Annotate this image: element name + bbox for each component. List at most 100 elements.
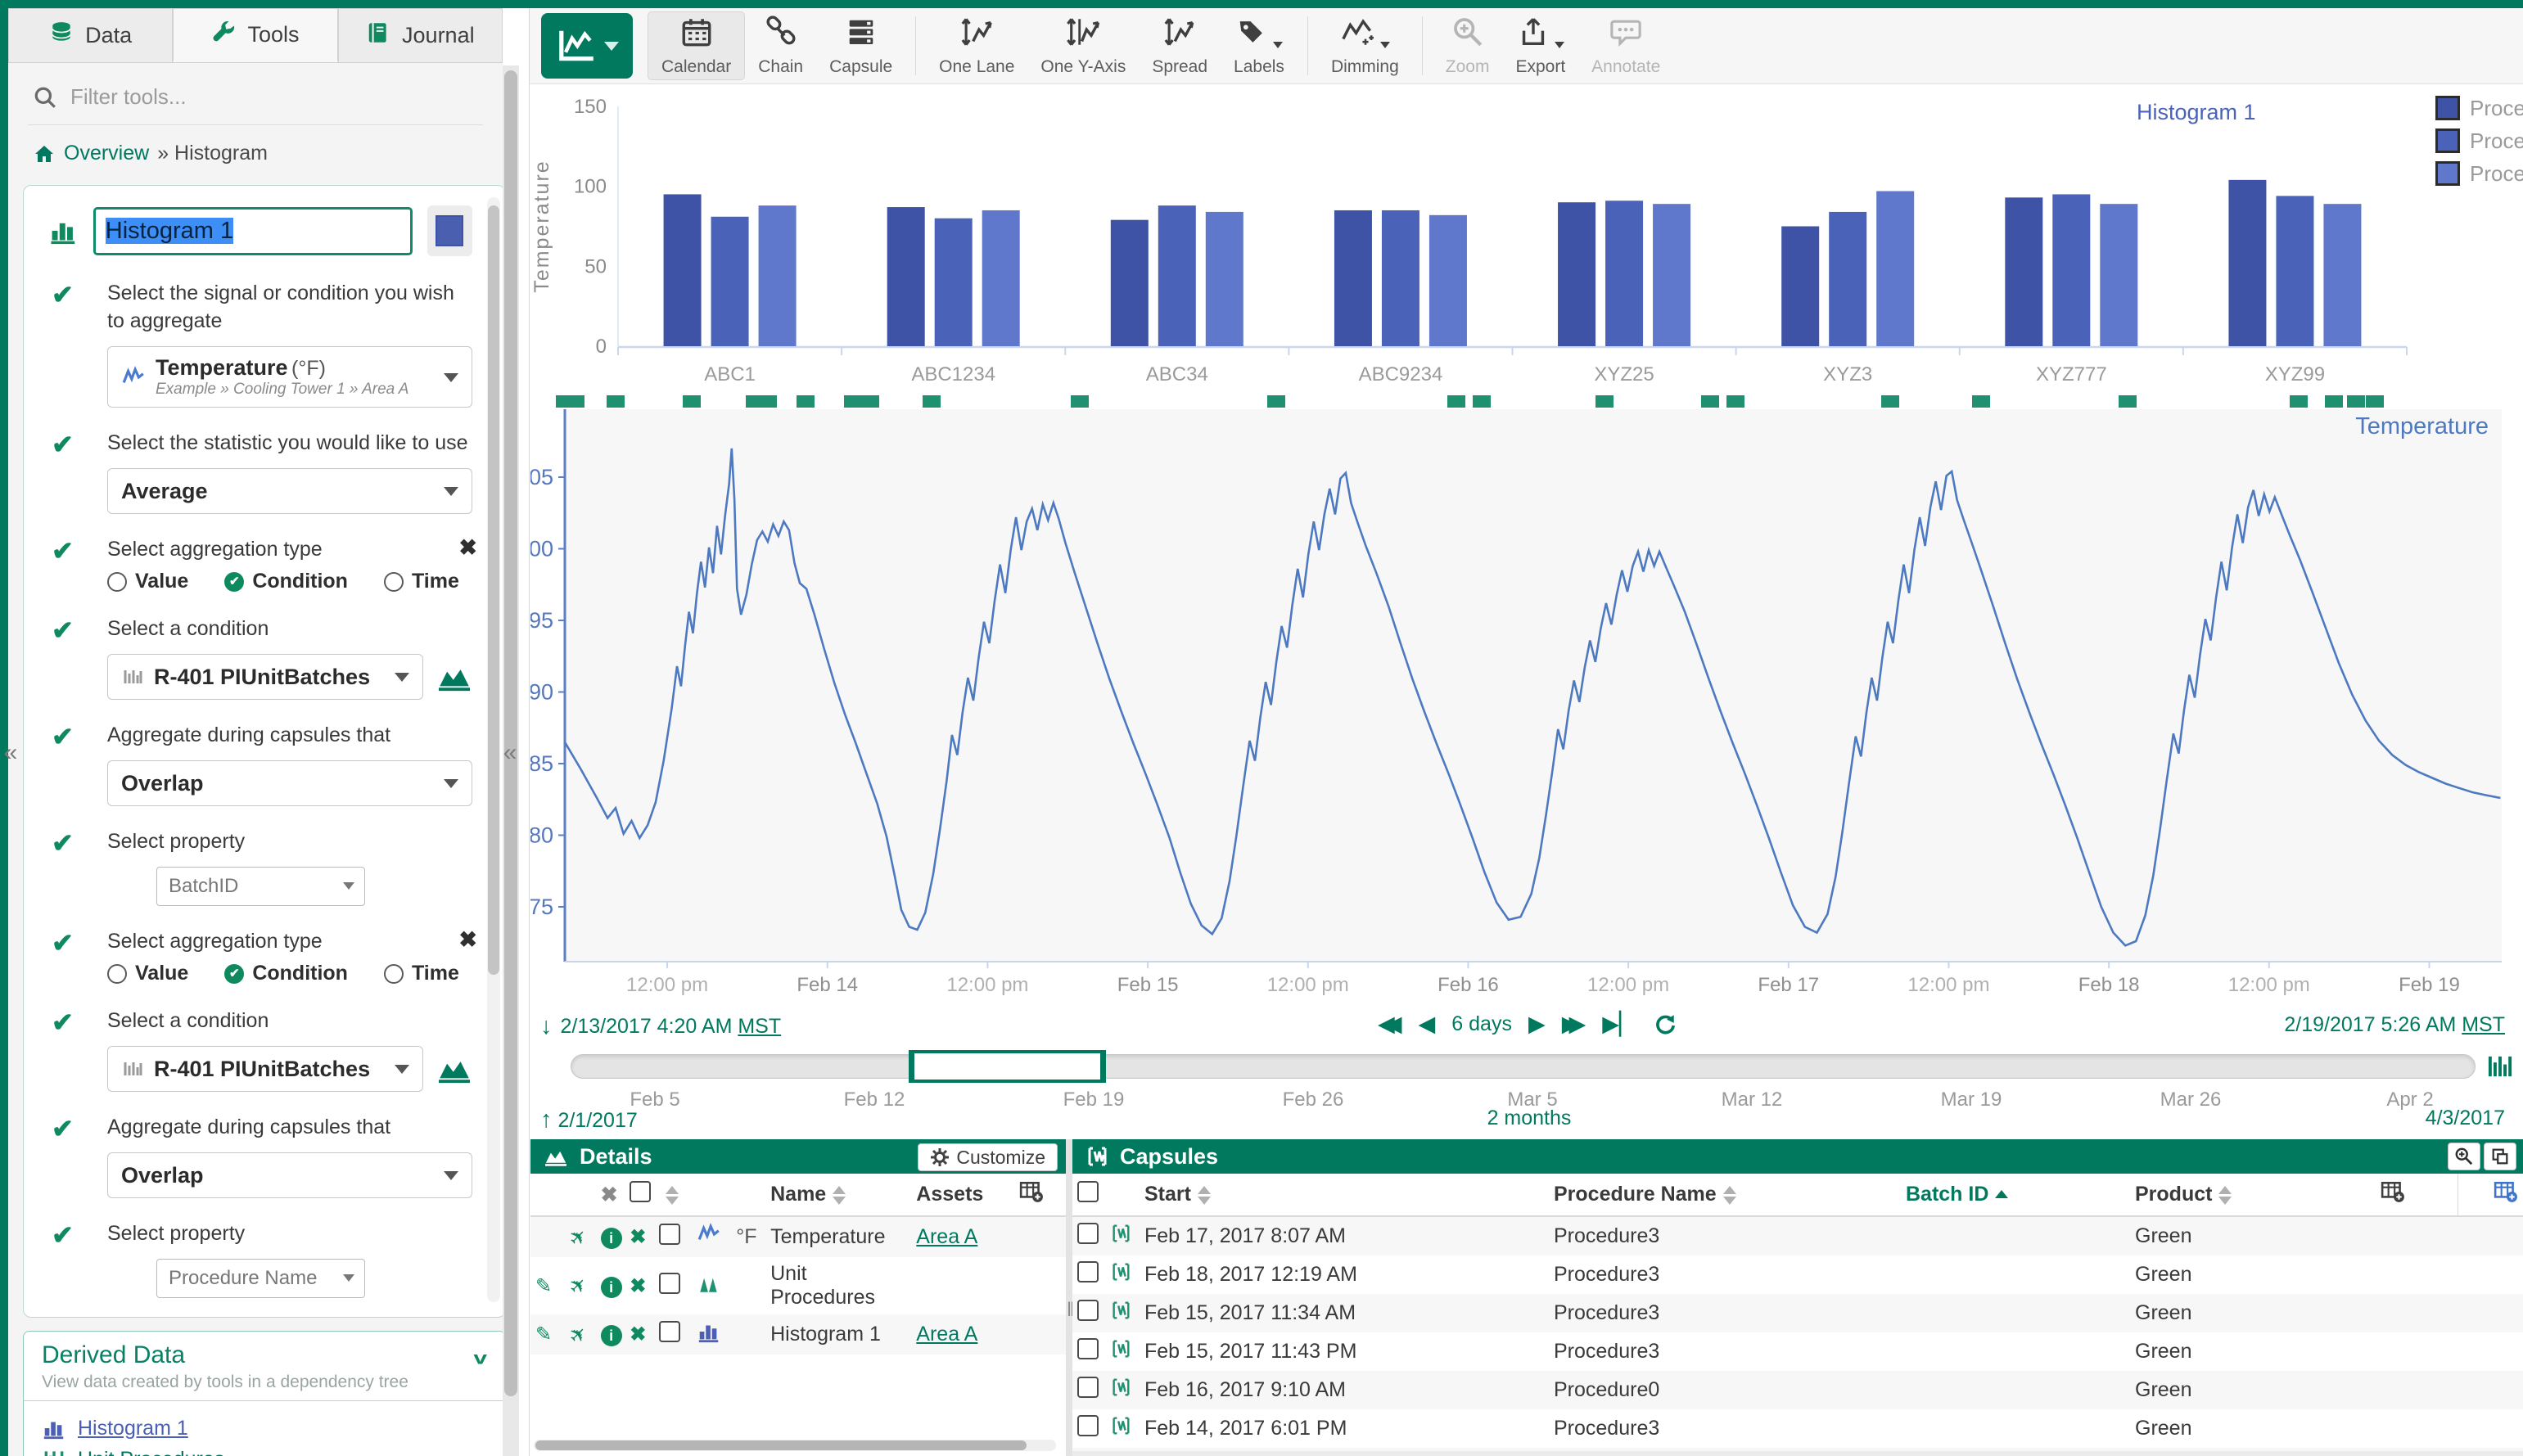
panel-splitter[interactable]: ‖ [1066, 1139, 1072, 1456]
slider-left-handle[interactable] [909, 1050, 914, 1083]
hist-bar-XYZ99-Procedure3[interactable] [2323, 204, 2361, 346]
timeline-slider-window[interactable] [909, 1050, 1106, 1083]
send-to-trend-icon[interactable]: ✈ [563, 1319, 593, 1349]
customize-button[interactable]: Customize [918, 1143, 1058, 1171]
hist-bar-XYZ3-Procedure1[interactable] [1829, 212, 1866, 346]
hist-bar-XYZ777-Procedure0[interactable] [2005, 197, 2042, 346]
remove-icon[interactable]: ✖ [630, 1274, 646, 1298]
trend-chart[interactable]: 758085909510010512:00 pmFeb 1412:00 pmFe… [530, 391, 2523, 1007]
tab-journal[interactable]: Journal [338, 8, 503, 62]
step-to-end-icon[interactable]: ▶▏ [1602, 1012, 1636, 1037]
toolbar-labels-button[interactable]: Labels [1221, 11, 1298, 80]
hist-bar-XYZ25-Procedure0[interactable] [1558, 202, 1595, 346]
during-select-2[interactable]: Overlap [107, 1152, 472, 1198]
signal-select[interactable]: Temperature (°F) Example » Cooling Tower… [107, 346, 472, 408]
hist-bar-ABC1234-Procedure0[interactable] [887, 207, 925, 346]
tab-tools[interactable]: Tools [173, 8, 337, 62]
range-end-timestamp[interactable]: 2/19/2017 5:26 AM MST [2284, 1013, 2505, 1037]
derived-histogram-link[interactable]: Histogram 1 [78, 1417, 188, 1440]
condition-select-2[interactable]: R-401 PIUnitBatches [107, 1046, 423, 1092]
hist-bar-ABC34-Procedure0[interactable] [1111, 220, 1149, 346]
step-forward-half-icon[interactable]: ▶ [1528, 1012, 1546, 1037]
capsule-row[interactable]: Feb 18, 2017 12:19 AMProcedure3Green [1072, 1255, 2523, 1294]
sort-ascending-icon[interactable] [1995, 1190, 2008, 1201]
capsules-start-header[interactable]: Start [1140, 1174, 1549, 1216]
refresh-icon[interactable] [1653, 1012, 1677, 1037]
radio-condition[interactable]: ✔Condition [224, 570, 348, 593]
hist-bar-ABC1-Procedure3[interactable] [759, 205, 797, 346]
timeline-slider-track[interactable] [571, 1054, 2476, 1079]
asset-link[interactable]: Area A [916, 1323, 977, 1346]
hist-bar-ABC9234-Procedure1[interactable] [1382, 210, 1419, 346]
row-checkbox[interactable] [1077, 1415, 1099, 1436]
hist-bar-XYZ3-Procedure3[interactable] [1876, 192, 1914, 346]
tool-panel-scrollbar[interactable] [487, 197, 500, 1302]
row-checkbox[interactable] [1077, 1300, 1099, 1321]
row-checkbox[interactable] [1077, 1338, 1099, 1359]
slider-right-handle[interactable] [1100, 1050, 1106, 1083]
radio-value[interactable]: Value [107, 570, 188, 593]
step-back-full-icon[interactable]: ◀◀ [1378, 1012, 1402, 1037]
radio-time[interactable]: Time [384, 570, 459, 593]
capsule-row[interactable]: Feb 14, 2017 6:01 PMProcedure3Green [1072, 1409, 2523, 1448]
toolbar-dimming-button[interactable]: Dimming [1318, 11, 1412, 80]
collapse-panel-handle[interactable]: « [499, 735, 521, 771]
hist-bar-XYZ25-Procedure1[interactable] [1605, 201, 1643, 346]
hist-bar-ABC1-Procedure0[interactable] [664, 194, 702, 346]
hist-bar-ABC1234-Procedure3[interactable] [982, 210, 1020, 346]
hist-bar-ABC9234-Procedure0[interactable] [1334, 210, 1372, 346]
send-to-trend-icon[interactable]: ✈ [563, 1271, 593, 1300]
toolbar-calendar-button[interactable]: Calendar [648, 11, 745, 80]
edit-icon[interactable]: ✎ [535, 1323, 552, 1346]
capsules-product-header[interactable]: Product [2130, 1174, 2376, 1216]
hist-bar-XYZ3-Procedure0[interactable] [1781, 227, 1819, 347]
capsules-horizontal-scrollbar[interactable] [1072, 1451, 2523, 1456]
step-forward-full-icon[interactable]: ▶▶ [1562, 1012, 1586, 1037]
zoom-to-capsule-button[interactable] [2448, 1143, 2480, 1170]
hist-bar-XYZ777-Procedure1[interactable] [2052, 194, 2090, 346]
select-all-checkbox[interactable] [630, 1181, 651, 1202]
breadcrumb-overview-link[interactable]: Overview [64, 142, 149, 165]
home-icon[interactable] [33, 142, 56, 165]
add-column-icon[interactable] [1019, 1180, 1044, 1203]
row-checkbox[interactable] [1077, 1223, 1099, 1244]
capsule-row[interactable]: Feb 16, 2017 9:10 AMProcedure0Green [1072, 1371, 2523, 1409]
capsule-row[interactable]: Feb 15, 2017 11:34 AMProcedure3Green [1072, 1294, 2523, 1332]
condition-select-1[interactable]: R-401 PIUnitBatches [107, 654, 423, 700]
info-icon[interactable]: i [601, 1325, 622, 1346]
statistic-select[interactable]: Average [107, 468, 472, 514]
capsules-batchid-header[interactable]: Batch ID [1901, 1174, 2130, 1216]
hist-bar-ABC34-Procedure1[interactable] [1158, 205, 1196, 346]
tool-name-input[interactable]: Histogram 1 [93, 207, 413, 255]
sort-icon[interactable] [666, 1186, 679, 1205]
sort-icon[interactable] [1198, 1186, 1211, 1205]
capsule-row[interactable]: Feb 15, 2017 11:43 PMProcedure3Green [1072, 1332, 2523, 1371]
radio-value[interactable]: Value [107, 962, 188, 985]
toolbar-spread-button[interactable]: Spread [1139, 11, 1221, 80]
capsules-procedure-header[interactable]: Procedure Name [1549, 1174, 1901, 1216]
row-checkbox[interactable] [659, 1224, 680, 1245]
investigate-duration[interactable]: 2 months [1447, 1107, 1611, 1130]
property-select-2[interactable]: Procedure Name [156, 1259, 365, 1298]
info-icon[interactable]: i [601, 1277, 622, 1298]
hist-bar-XYZ25-Procedure3[interactable] [1653, 204, 1690, 346]
capsule-time-toggle-button[interactable] [2484, 1143, 2516, 1170]
select-all-checkbox[interactable] [1077, 1181, 1099, 1202]
toolbar-one-y-axis-button[interactable]: One Y-Axis [1027, 11, 1139, 80]
investigate-start-arrow-icon[interactable]: ↑ [540, 1107, 553, 1133]
remove-step-icon[interactable]: ✖ [458, 927, 477, 953]
investigate-end[interactable]: 4/3/2017 [2426, 1107, 2505, 1130]
investigate-start[interactable]: ↑ 2/1/2017 [540, 1107, 638, 1134]
row-checkbox[interactable] [1077, 1377, 1099, 1398]
details-horizontal-scrollbar[interactable] [534, 1440, 1056, 1451]
info-icon[interactable]: i [601, 1228, 622, 1249]
add-property-column-icon[interactable] [2494, 1180, 2518, 1203]
remove-step-icon[interactable]: ✖ [458, 535, 477, 561]
details-name-header[interactable]: Name [765, 1174, 911, 1216]
chevron-down-icon[interactable]: v [473, 1349, 487, 1368]
slider-capsule-icon[interactable] [2485, 1053, 2515, 1080]
derived-unit-procedures-link[interactable]: Unit Procedures [78, 1448, 224, 1456]
radio-time[interactable]: Time [384, 962, 459, 985]
row-checkbox[interactable] [1077, 1261, 1099, 1282]
details-row-unit-procedures[interactable]: ✎✈i✖Unit Procedures [530, 1257, 1066, 1314]
